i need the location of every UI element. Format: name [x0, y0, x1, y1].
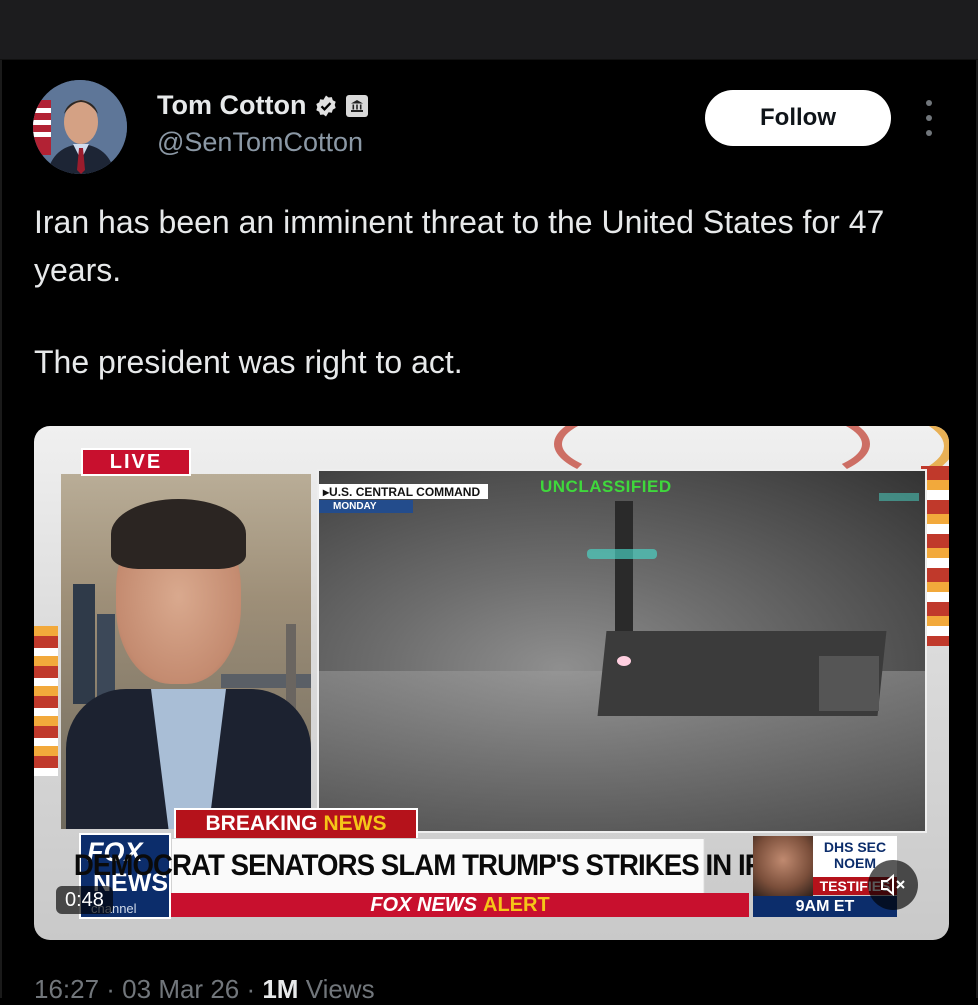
guest-video-panel [61, 474, 311, 829]
video-player[interactable]: LIVE ▸ U.S. CENTRAL COMMAND MONDAY UNCLA… [34, 426, 949, 940]
tweet-text: Iran has been an imminent threat to the … [34, 198, 934, 386]
classification-label: UNCLASSIFIED [540, 477, 672, 496]
views-label: Views [298, 974, 375, 1004]
avatar-portrait [33, 80, 127, 174]
news-word: NEWS [323, 812, 387, 835]
live-badge: LIVE [81, 448, 191, 476]
studio-backdrop-stripes [34, 626, 58, 776]
tweet-metadata: 16:27 · 03 Mar 26 · 1M Views [34, 974, 375, 1005]
tweet-text-paragraph-1: Iran has been an imminent threat to the … [34, 204, 885, 288]
smokestack [615, 501, 633, 646]
author-avatar[interactable] [33, 80, 127, 174]
headline-chyron: DEMOCRAT SENATORS SLAM TRUMP'S STRIKES I… [74, 838, 803, 894]
more-options-icon[interactable] [918, 100, 940, 136]
guest-hair [111, 499, 246, 569]
follow-button[interactable]: Follow [705, 90, 891, 146]
author-name-row: Tom Cotton [157, 90, 369, 121]
source-label-text: U.S. CENTRAL COMMAND [329, 484, 481, 499]
video-duration: 0:48 [56, 886, 113, 914]
tweet-text-paragraph-2: The president was right to act. [34, 344, 463, 380]
source-label: ▸ U.S. CENTRAL COMMAND [319, 484, 489, 499]
promo-line-1: DHS SEC [823, 839, 887, 855]
author-name[interactable]: Tom Cotton [157, 90, 306, 121]
day-label: MONDAY [319, 500, 413, 513]
promo-thumbnail [753, 836, 813, 896]
tweet-timestamp[interactable]: 16:27 · 03 Mar 26 · [34, 974, 262, 1004]
breaking-word: BREAKING [205, 812, 318, 835]
breaking-news-banner: BREAKING NEWS [174, 808, 418, 840]
verified-check-icon [316, 95, 337, 116]
muted-speaker-icon[interactable] [868, 860, 918, 910]
alert-word: ALERT [483, 893, 550, 916]
alert-bar: FOX NEWS ALERT [171, 893, 749, 917]
military-footage-panel [317, 469, 927, 833]
app-top-bar [0, 0, 978, 59]
government-badge-icon [346, 94, 369, 117]
author-handle[interactable]: @SenTomCotton [157, 127, 363, 158]
divider [0, 59, 978, 60]
views-count: 1M [262, 974, 299, 1004]
left-edge [0, 60, 2, 998]
alert-brand: FOX NEWS [370, 893, 477, 916]
